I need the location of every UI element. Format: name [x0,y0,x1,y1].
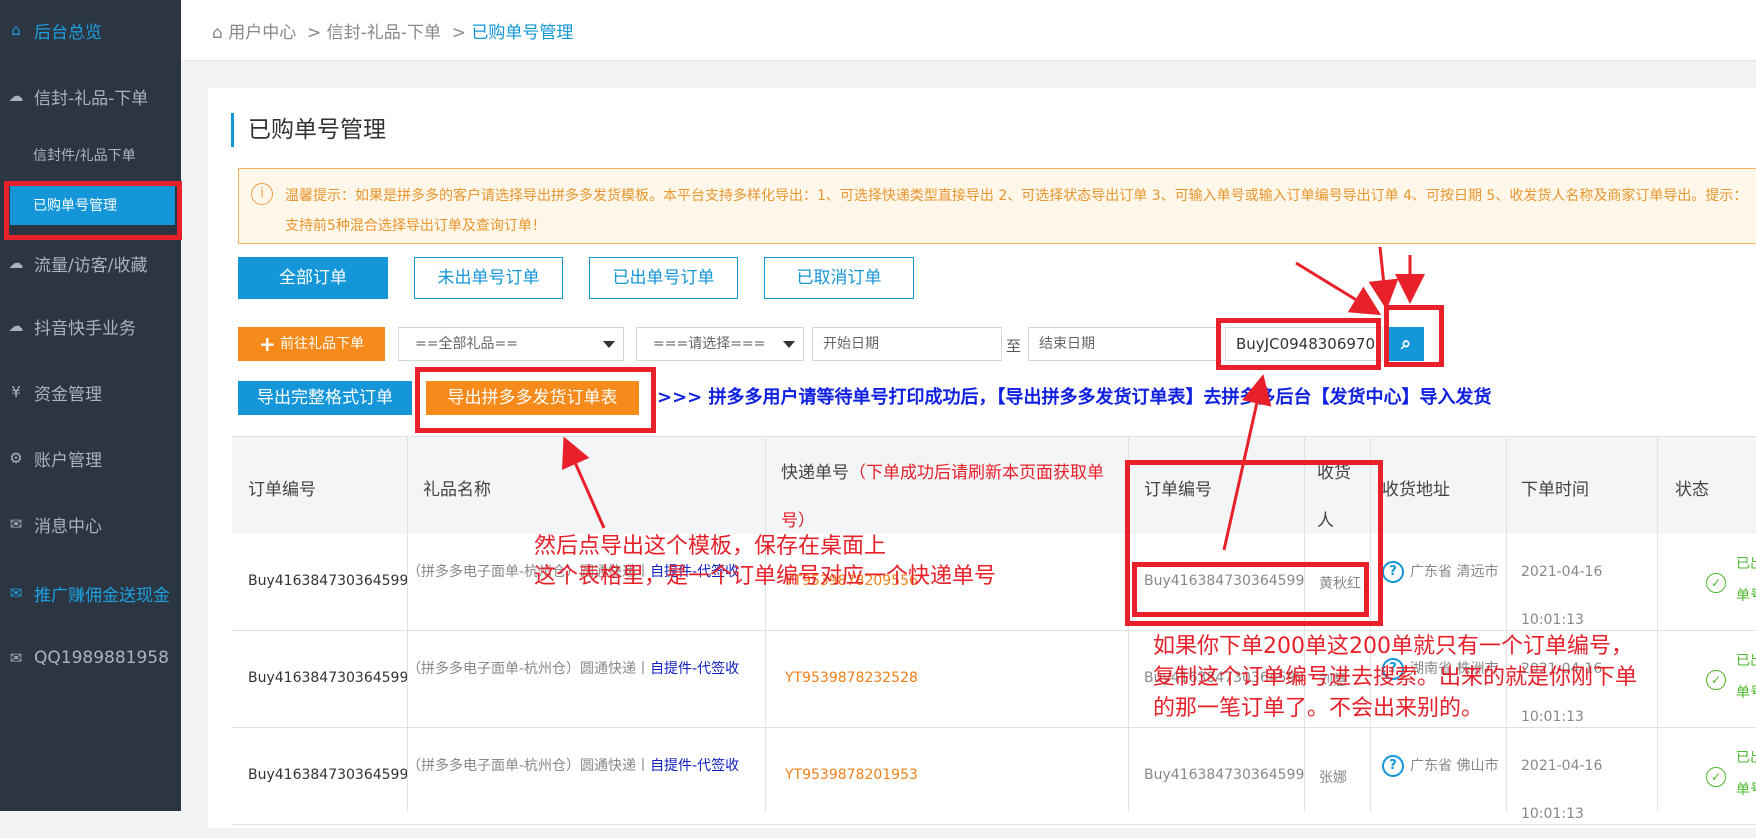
annotation-search-line3: 的那一笔订单了。不会出来别的。 [1153,696,1484,721]
annotation-export-line1: 然后点导出这个模板，保存在桌面上 [534,534,887,559]
arrow-to-search-button-2 [1368,246,1399,310]
annotation-export-line2: 这个表格里，是一个订单编号对应一个快递单号 [534,564,997,589]
annotation-search-line1: 如果你下单200单这200单就只有一个订单编号， [1153,634,1633,659]
arrow-to-search-button-1 [1295,261,1382,316]
arrow-to-export [561,436,606,529]
arrow-to-search-input [1222,374,1272,551]
annotation-search-line2: 复制这个订单编号进去搜索。出来的就是你刚下单 [1153,665,1638,690]
